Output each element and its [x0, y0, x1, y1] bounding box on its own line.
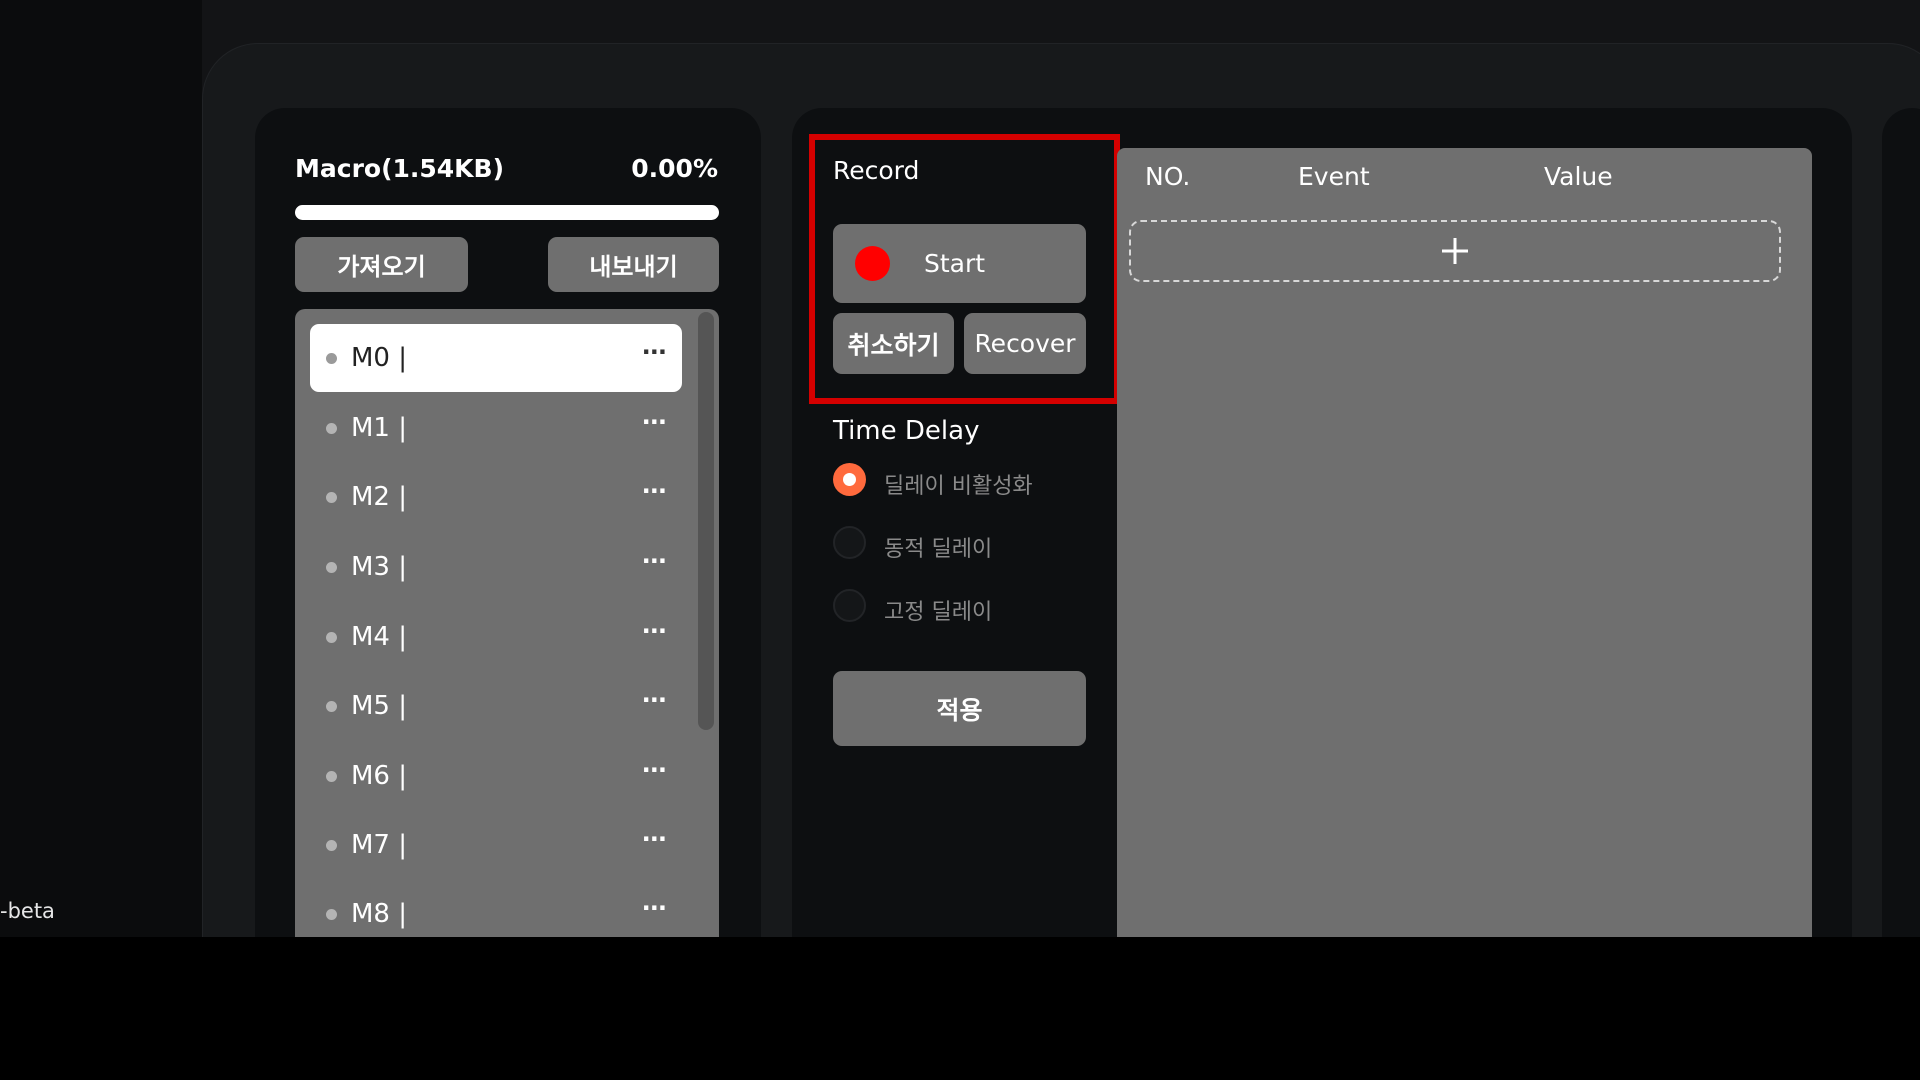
macro-item-label: M0 | [351, 343, 407, 373]
app-viewport: -beta Macro(1.54KB) 0.00% 가져오기 내보내기 M0 |… [0, 0, 1920, 937]
add-event-button[interactable] [1129, 220, 1781, 282]
delay-option-label[interactable]: 고정 딜레이 [884, 594, 992, 626]
record-start-button[interactable]: Start [833, 224, 1086, 303]
macro-item-label: M6 | [351, 761, 407, 791]
record-dot-icon [855, 246, 890, 281]
more-options-icon[interactable]: ··· [642, 408, 667, 436]
column-header-event: Event [1298, 162, 1370, 191]
macro-item-label: M4 | [351, 622, 407, 652]
macro-usage-percent: 0.00% [631, 154, 718, 183]
record-start-label: Start [924, 249, 986, 278]
more-options-icon[interactable]: ··· [642, 338, 667, 366]
macro-item-label: M2 | [351, 482, 407, 512]
macro-list-item[interactable]: M4 | ··· [310, 603, 682, 671]
more-options-icon[interactable]: ··· [642, 825, 667, 853]
more-options-icon[interactable]: ··· [642, 686, 667, 714]
more-options-icon[interactable]: ··· [642, 477, 667, 505]
apply-button[interactable]: 적용 [833, 671, 1086, 746]
macro-list-item[interactable]: M2 | ··· [310, 463, 682, 531]
plus-icon [1442, 238, 1468, 264]
macro-list-item[interactable]: M5 | ··· [310, 672, 682, 740]
macro-list-item[interactable]: M6 | ··· [310, 742, 682, 810]
delay-option-radio[interactable] [833, 589, 866, 622]
right-card [1882, 108, 1920, 937]
delay-option-label[interactable]: 딜레이 비활성화 [884, 468, 1033, 500]
bullet-icon [326, 562, 337, 573]
left-side-strip [0, 0, 202, 937]
delay-option-radio[interactable] [833, 526, 866, 559]
column-header-value: Value [1544, 162, 1613, 191]
record-title: Record [833, 156, 920, 185]
bullet-icon [326, 632, 337, 643]
macro-list-scrollbar[interactable] [698, 312, 714, 730]
bullet-icon [326, 353, 337, 364]
bullet-icon [326, 909, 337, 920]
bullet-icon [326, 423, 337, 434]
macro-item-label: M5 | [351, 691, 407, 721]
more-options-icon[interactable]: ··· [642, 894, 667, 922]
version-label: -beta [0, 899, 55, 923]
more-options-icon[interactable]: ··· [642, 756, 667, 784]
bullet-icon [326, 840, 337, 851]
bullet-icon [326, 492, 337, 503]
bullet-icon [326, 771, 337, 782]
bullet-icon [326, 701, 337, 712]
macro-list-item[interactable]: M3 | ··· [310, 533, 682, 601]
macro-usage-bar [295, 205, 719, 220]
more-options-icon[interactable]: ··· [642, 617, 667, 645]
export-button[interactable]: 내보내기 [548, 237, 719, 292]
delay-option-label[interactable]: 동적 딜레이 [884, 531, 992, 563]
macro-list-item[interactable]: M1 | ··· [310, 394, 682, 462]
record-recover-button[interactable]: Recover [964, 313, 1086, 374]
import-button[interactable]: 가져오기 [295, 237, 468, 292]
macro-list-item[interactable]: M7 | ··· [310, 811, 682, 879]
column-header-no: NO. [1145, 162, 1191, 191]
more-options-icon[interactable]: ··· [642, 547, 667, 575]
macro-item-label: M3 | [351, 552, 407, 582]
macro-list-item[interactable]: M0 | ··· [310, 324, 682, 392]
record-cancel-button[interactable]: 취소하기 [833, 313, 954, 374]
macro-title: Macro(1.54KB) [295, 154, 505, 183]
macro-list-item[interactable]: M8 | ··· [310, 880, 682, 937]
macro-item-label: M1 | [351, 413, 407, 443]
delay-option-radio[interactable] [833, 463, 866, 496]
time-delay-title: Time Delay [833, 416, 980, 446]
macro-item-label: M7 | [351, 830, 407, 860]
macro-item-label: M8 | [351, 899, 407, 929]
